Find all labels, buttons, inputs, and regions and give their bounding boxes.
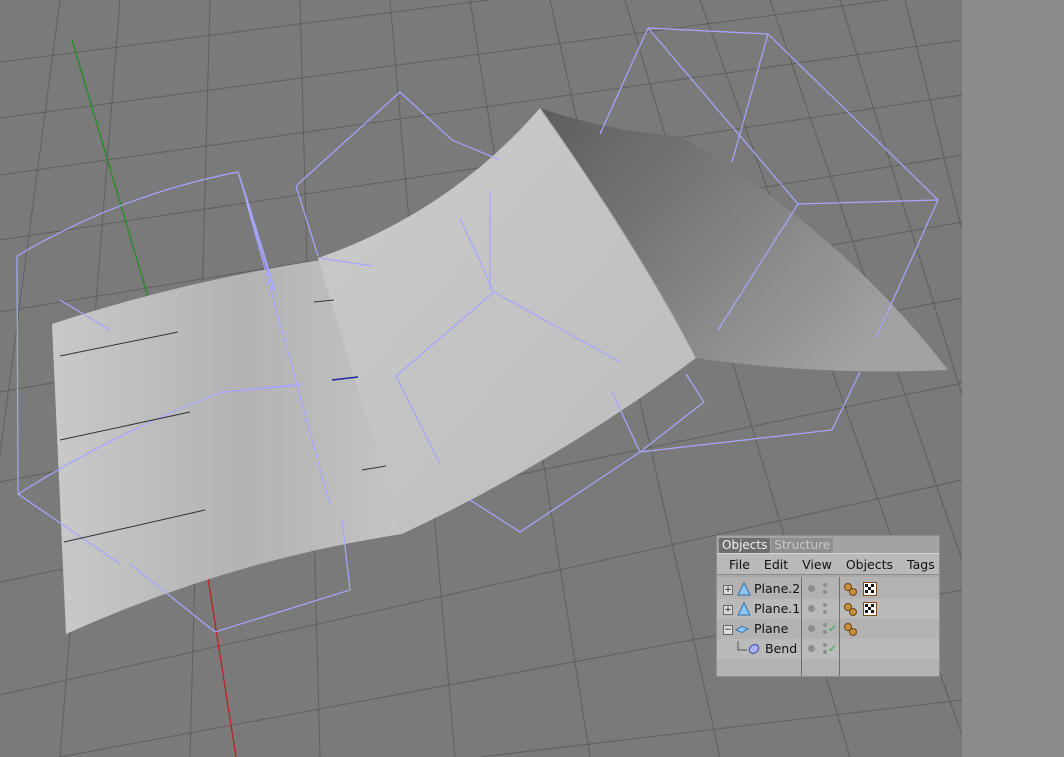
render-visibility-dot-2[interactable] <box>823 630 827 634</box>
checker-texture-tag-icon[interactable] <box>863 582 877 596</box>
object-name[interactable]: Plane <box>754 621 788 636</box>
object-row-plane-2[interactable]: + Plane.2 <box>717 579 939 599</box>
render-visibility-dot[interactable] <box>823 583 827 587</box>
expand-icon[interactable]: + <box>723 585 733 595</box>
triangle-icon <box>737 582 751 596</box>
menu-edit[interactable]: Edit <box>764 557 788 572</box>
column-divider[interactable] <box>801 577 802 676</box>
checker-texture-tag-icon[interactable] <box>863 602 877 616</box>
render-visibility-dot[interactable] <box>823 623 827 627</box>
object-list: + Plane.2 + Plane.1 − Plane ✓ Bend ✓ <box>717 577 939 676</box>
enabled-check-icon[interactable]: ✓ <box>828 622 837 635</box>
menu-view[interactable]: View <box>802 557 832 572</box>
object-row-plane-1[interactable]: + Plane.1 <box>717 599 939 619</box>
object-name[interactable]: Plane.2 <box>754 581 800 596</box>
render-visibility-dot[interactable] <box>823 643 827 647</box>
material-tag-icon[interactable] <box>843 582 857 596</box>
object-row-plane[interactable]: − Plane ✓ <box>717 619 939 639</box>
editor-visibility-dot[interactable] <box>808 645 815 652</box>
material-tag-icon[interactable] <box>843 602 857 616</box>
plane-icon <box>735 625 749 633</box>
expand-icon[interactable]: + <box>723 605 733 615</box>
triangle-icon <box>737 602 751 616</box>
tab-structure[interactable]: Structure <box>771 538 834 553</box>
render-visibility-dot-2[interactable] <box>823 650 827 654</box>
editor-visibility-dot[interactable] <box>808 605 815 612</box>
panel-tabs: Objects Structure <box>717 536 939 553</box>
editor-visibility-dot[interactable] <box>808 625 815 632</box>
tab-objects[interactable]: Objects <box>719 538 771 553</box>
collapse-icon[interactable]: − <box>723 625 733 635</box>
render-visibility-dot-2[interactable] <box>823 610 827 614</box>
viewport-side-strip <box>962 0 1064 757</box>
objects-manager-panel: Objects Structure File Edit View Objects… <box>716 535 940 677</box>
object-row-bend[interactable]: Bend ✓ <box>717 639 939 659</box>
column-divider[interactable] <box>839 577 840 676</box>
object-name[interactable]: Bend <box>765 641 797 656</box>
menu-file[interactable]: File <box>729 557 750 572</box>
bend-deformer-icon <box>748 644 760 654</box>
render-visibility-dot[interactable] <box>823 603 827 607</box>
enabled-check-icon[interactable]: ✓ <box>828 642 837 655</box>
editor-visibility-dot[interactable] <box>808 585 815 592</box>
material-tag-icon[interactable] <box>843 622 857 636</box>
menu-tags[interactable]: Tags <box>907 557 935 572</box>
object-name[interactable]: Plane.1 <box>754 601 800 616</box>
menu-objects[interactable]: Objects <box>846 557 893 572</box>
render-visibility-dot-2[interactable] <box>823 590 827 594</box>
objects-menubar: File Edit View Objects Tags <box>717 553 939 575</box>
